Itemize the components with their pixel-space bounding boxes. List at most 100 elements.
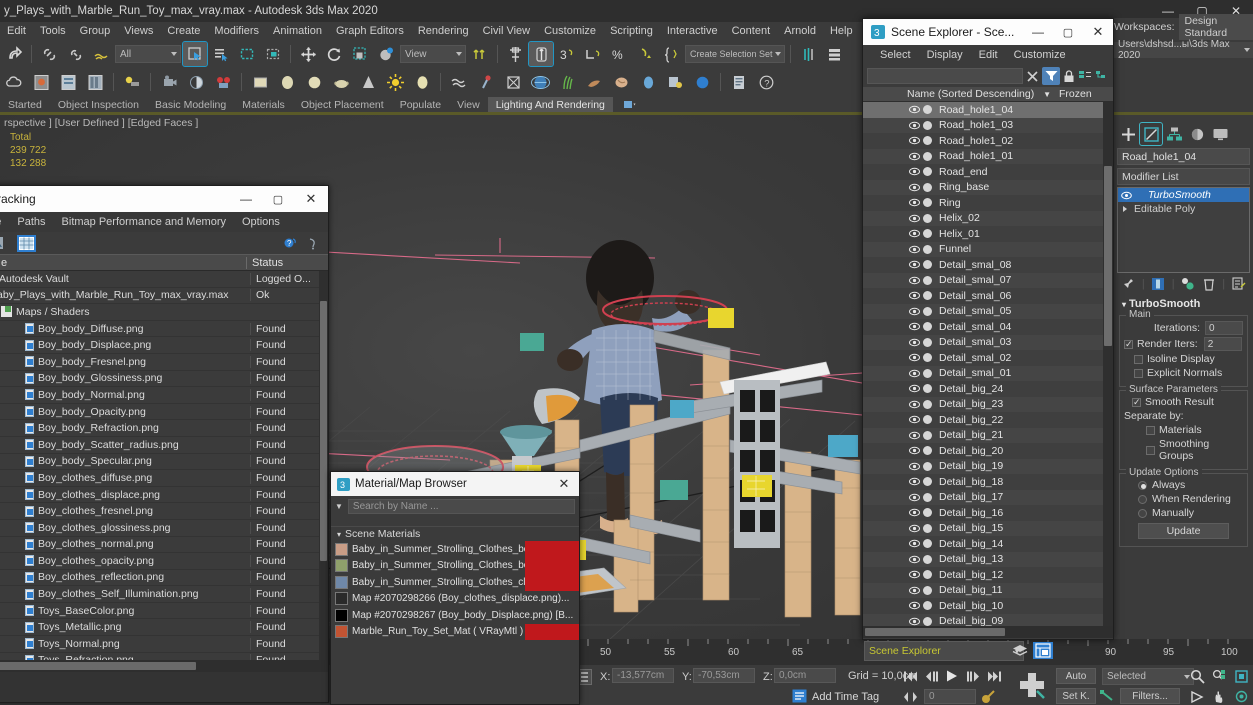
asset-tracking-hscrollbar[interactable] xyxy=(0,660,328,672)
ribbon-tab-lighting-and-rendering[interactable]: Lighting And Rendering xyxy=(487,96,613,113)
cylinder-primitive-icon[interactable] xyxy=(302,70,326,94)
visibility-eye-icon[interactable] xyxy=(909,570,920,579)
scene-explorer-dock-tab[interactable]: Scene Explorer ▾ xyxy=(864,641,1024,661)
frame-stepper-icon[interactable] xyxy=(903,691,919,703)
y-coordinate-field[interactable]: -70,53cm xyxy=(693,668,755,683)
object-color-swatch[interactable] xyxy=(923,306,932,316)
workspaces-value[interactable]: Design Standard xyxy=(1178,14,1253,40)
object-color-swatch[interactable] xyxy=(923,477,932,486)
filters-button[interactable]: Filters... xyxy=(1120,688,1180,704)
select-object-icon[interactable] xyxy=(182,41,208,67)
go-to-end-icon[interactable] xyxy=(987,670,1002,683)
visibility-eye-icon[interactable] xyxy=(909,508,920,517)
thumbnail-view-icon[interactable] xyxy=(0,236,4,250)
object-color-swatch[interactable] xyxy=(923,120,932,130)
set-key-button[interactable]: Set K. xyxy=(1056,688,1096,704)
object-color-swatch[interactable] xyxy=(923,508,932,517)
asset-tracking-row[interactable]: Toys_Metallic.png Found xyxy=(0,619,328,637)
object-color-swatch[interactable] xyxy=(923,554,932,564)
camera-icon[interactable] xyxy=(157,70,181,94)
material-list-item[interactable]: Map #2070298267 (Boy_body_Displace.png) … xyxy=(331,607,579,624)
visibility-eye-icon[interactable] xyxy=(909,369,920,378)
asset-tracking-row[interactable]: Boy_body_Normal.png Found xyxy=(0,387,328,404)
update-button[interactable]: Update xyxy=(1138,523,1229,539)
asset-tracking-row[interactable]: Boy_body_Displace.png Found xyxy=(0,337,328,354)
visibility-eye-icon[interactable] xyxy=(909,431,920,440)
show-end-result-icon[interactable] xyxy=(1151,277,1165,291)
object-color-swatch[interactable] xyxy=(923,337,932,347)
scene-explorer-row[interactable]: Road_hole1_02 xyxy=(863,133,1113,149)
asset-tracking-close[interactable]: ✕ xyxy=(294,186,328,212)
asset-column-status[interactable]: Status xyxy=(246,256,328,269)
container-icon[interactable] xyxy=(501,70,525,94)
visibility-eye-icon[interactable] xyxy=(909,276,920,285)
visibility-eye-icon[interactable] xyxy=(909,198,920,207)
render-setup-icon[interactable] xyxy=(29,70,53,94)
scene-explorer-row[interactable]: Detail_big_21 xyxy=(863,427,1113,443)
help-question-icon[interactable]: ? xyxy=(283,236,298,250)
visibility-eye-icon[interactable] xyxy=(909,400,920,409)
visibility-eye-icon[interactable] xyxy=(909,539,920,548)
help-icon[interactable]: ? xyxy=(754,70,778,94)
scene-explorer-hscrollbar[interactable] xyxy=(863,626,1113,638)
scene-explorer-row[interactable]: Road_hole1_04 xyxy=(863,102,1113,118)
align-icon[interactable] xyxy=(503,42,527,66)
sphere-primitive-icon[interactable] xyxy=(275,70,299,94)
visibility-eye-icon[interactable] xyxy=(909,338,920,347)
asset-tracking-row[interactable]: Boy_body_Scatter_radius.png Found xyxy=(0,437,328,454)
object-color-swatch[interactable] xyxy=(923,384,932,393)
ribbon-tab-populate[interactable]: Populate xyxy=(392,97,449,113)
scene-explorer-row[interactable]: Detail_big_12 xyxy=(863,567,1113,583)
menu-item-help[interactable]: Help xyxy=(823,22,860,40)
field-of-view-icon[interactable] xyxy=(1190,690,1205,704)
visibility-eye-icon[interactable] xyxy=(909,167,920,176)
object-name-field[interactable]: Road_hole1_04 xyxy=(1117,148,1250,165)
object-color-swatch[interactable] xyxy=(923,136,932,145)
select-and-place-icon[interactable] xyxy=(374,42,398,66)
zoom-icon[interactable] xyxy=(1190,669,1205,684)
ribbon-tab-started[interactable]: Started xyxy=(0,97,50,113)
asset-tracking-maximize[interactable]: ▢ xyxy=(262,186,294,212)
modifier-list-dropdown[interactable]: Modifier List xyxy=(1117,168,1250,185)
object-color-swatch[interactable] xyxy=(923,570,932,579)
visibility-eye-icon[interactable] xyxy=(909,415,920,424)
scene-explorer-row[interactable]: Detail_big_16 xyxy=(863,505,1113,521)
layers-stack-icon[interactable] xyxy=(1012,644,1028,658)
expand-all-icon[interactable] xyxy=(1078,70,1092,82)
asset-tracking-row[interactable]: Boy_clothes_normal.png Found xyxy=(0,537,328,554)
asset-tracking-row[interactable]: Boy_body_Glossiness.png Found xyxy=(0,371,328,388)
object-color-swatch[interactable] xyxy=(923,399,932,409)
asset-tracking-scrollbar[interactable] xyxy=(319,271,328,660)
scene-explorer-row[interactable]: Detail_smal_08 xyxy=(863,257,1113,273)
scene-explorer-row[interactable]: Detail_big_22 xyxy=(863,412,1113,428)
scene-explorer-row[interactable]: Helix_01 xyxy=(863,226,1113,242)
object-color-swatch[interactable] xyxy=(923,353,932,362)
object-color-swatch[interactable] xyxy=(923,105,932,114)
scene-explorer-close[interactable]: ✕ xyxy=(1083,19,1113,45)
object-color-swatch[interactable] xyxy=(923,322,932,331)
render-iters-checkbox[interactable] xyxy=(1124,339,1133,349)
daylight-system-icon[interactable] xyxy=(410,70,434,94)
asset-tracking-row[interactable]: Boy_clothes_displace.png Found xyxy=(0,487,328,504)
scene-explorer-row[interactable]: Detail_big_11 xyxy=(863,582,1113,598)
object-color-swatch[interactable] xyxy=(923,446,932,455)
visibility-eye-icon[interactable] xyxy=(909,229,920,238)
scene-explorer-row[interactable]: Detail_big_15 xyxy=(863,520,1113,536)
menu-item-content[interactable]: Content xyxy=(725,22,778,40)
materials-checkbox[interactable] xyxy=(1146,425,1155,435)
percent-snap-icon[interactable]: % xyxy=(607,42,631,66)
render-iters-spinner[interactable]: 2 xyxy=(1203,337,1242,351)
render-production-icon[interactable] xyxy=(83,70,107,94)
asset-tracking-row[interactable]: Toys_Normal.png Found xyxy=(0,636,328,653)
iterations-spinner[interactable]: 0 xyxy=(1205,321,1243,335)
menu-item-rendering[interactable]: Rendering xyxy=(411,22,476,40)
asset-tracking-row[interactable]: 3Baby_Plays_with_Marble_Run_Toy_max_vray… xyxy=(0,288,328,305)
menu-item-tools[interactable]: Tools xyxy=(33,22,73,40)
always-radio[interactable] xyxy=(1138,480,1147,490)
asset-menu-paths[interactable]: Paths xyxy=(10,216,52,228)
asset-tracking-row[interactable]: Boy_body_Specular.png Found xyxy=(0,454,328,471)
object-color-swatch[interactable] xyxy=(923,151,932,161)
scene-explorer-row[interactable]: Road_hole1_01 xyxy=(863,148,1113,164)
object-color-swatch[interactable] xyxy=(923,229,932,238)
hierarchy-panel-icon[interactable] xyxy=(1163,123,1185,145)
